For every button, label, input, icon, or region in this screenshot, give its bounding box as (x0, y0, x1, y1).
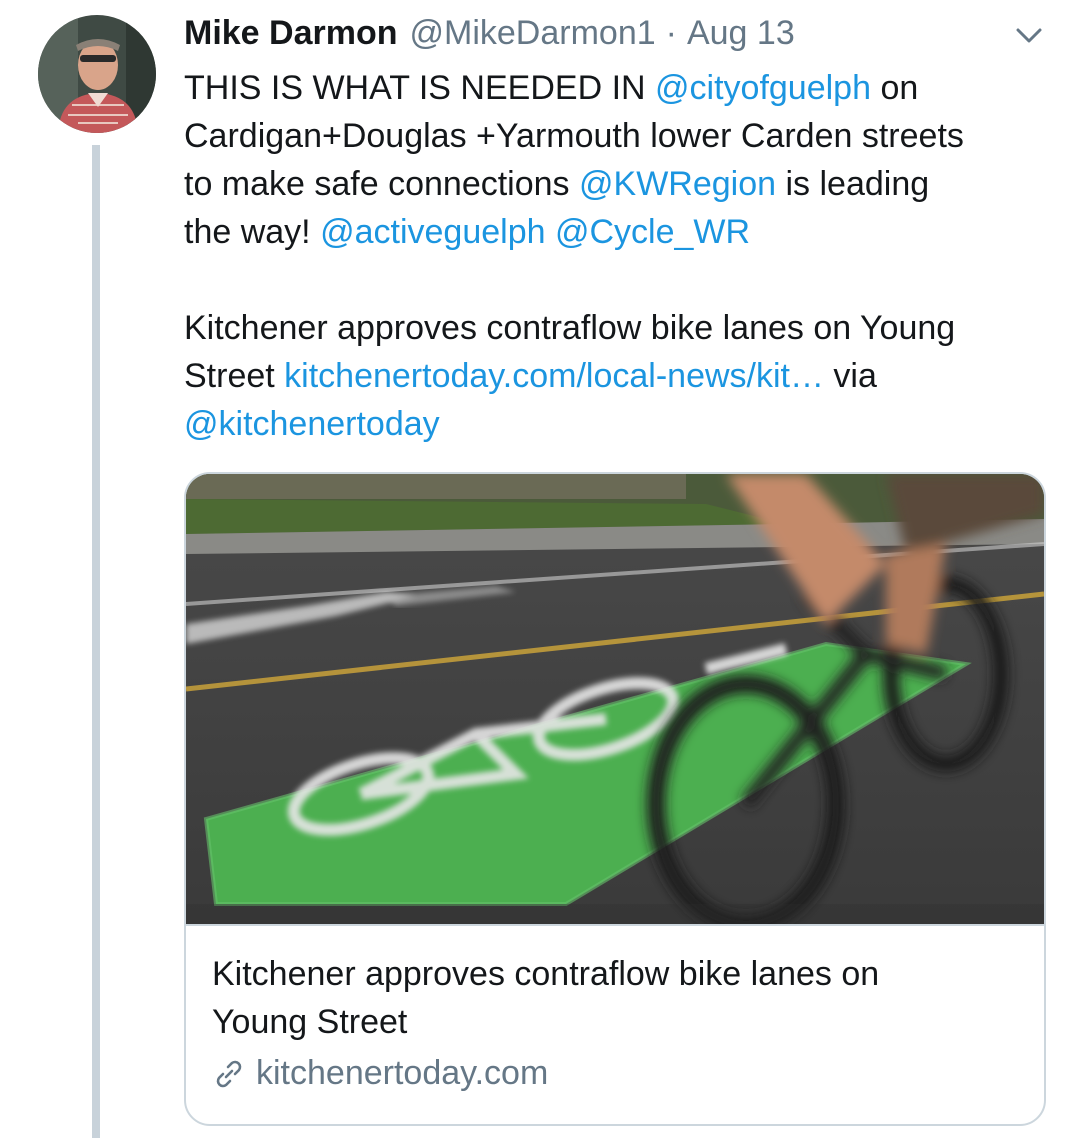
text-segment: via (823, 357, 877, 395)
chevron-down-icon[interactable] (1012, 20, 1046, 50)
link-preview-card[interactable]: Kitchener approves contraflow bike lanes… (184, 472, 1046, 1126)
text-segment: THIS IS WHAT IS NEEDED IN (184, 69, 656, 107)
card-domain: kitchenertoday.com (212, 1054, 548, 1093)
card-image[interactable] (186, 474, 1044, 924)
thread-line (92, 145, 100, 1138)
mention-kwregion[interactable]: @KWRegion (579, 165, 776, 203)
text-line: Kitchener approves contraflow bike lanes… (184, 309, 956, 347)
tweet-header: Mike Darmon @MikeDarmon1 · Aug 13 (184, 14, 795, 56)
card-domain-text: kitchenertoday.com (256, 1054, 549, 1092)
text-segment: on (871, 69, 919, 107)
mention-cycle-wr[interactable]: @Cycle_WR (555, 213, 750, 251)
display-name[interactable]: Mike Darmon (184, 14, 398, 53)
mention-cityofguelph[interactable]: @cityofguelph (655, 69, 871, 107)
card-divider (186, 924, 1044, 926)
mention-kitchenertoday[interactable]: @kitchenertoday (184, 405, 440, 443)
tweet-date[interactable]: Aug 13 (687, 14, 795, 53)
link-icon (216, 1060, 242, 1087)
mention-activeguelph[interactable]: @activeguelph (320, 213, 545, 251)
tweet: Mike Darmon @MikeDarmon1 · Aug 13 THIS I… (0, 0, 1079, 1138)
card-title-line: Young Street (212, 1003, 408, 1041)
bike-lane-photo (186, 474, 1044, 924)
separator: · (665, 14, 677, 52)
text-segment: is leading (776, 165, 930, 203)
handle[interactable]: @MikeDarmon1 (410, 14, 656, 53)
card-title-line: Kitchener approves contraflow bike lanes… (212, 955, 880, 993)
text-line: Cardigan+Douglas +Yarmouth lower Carden … (184, 117, 964, 155)
article-url-link[interactable]: kitchenertoday.com/local-news/kit… (284, 357, 824, 395)
text-segment: the way! (184, 213, 321, 251)
text-segment: to make safe connections (184, 165, 580, 203)
card-title[interactable]: Kitchener approves contraflow bike lanes… (212, 950, 1012, 1046)
avatar[interactable] (38, 15, 156, 133)
tweet-text: THIS IS WHAT IS NEEDED IN @cityofguelph … (184, 64, 1054, 448)
avatar-photo (38, 15, 156, 133)
text-segment: Street (184, 357, 285, 395)
text-segment (546, 213, 555, 251)
